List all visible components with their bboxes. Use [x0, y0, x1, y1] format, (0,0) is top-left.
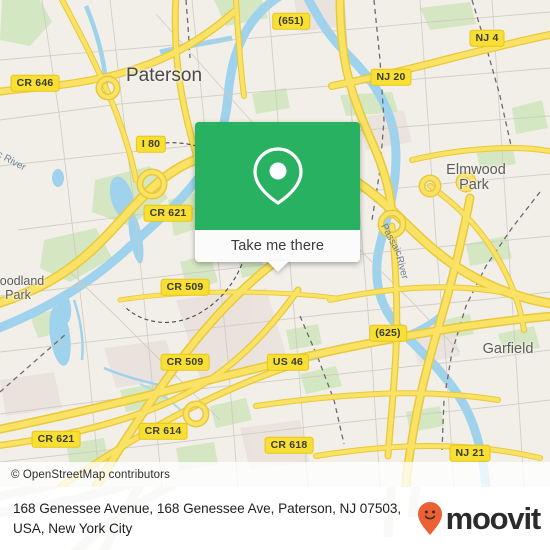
place-label-woodland-park: Park — [5, 288, 31, 302]
place-label-woodland: oodland — [0, 274, 45, 288]
take-me-there-label: Take me there — [230, 238, 325, 254]
place-label-elmwood-park: Park — [459, 177, 489, 193]
road-shield: I 80 — [135, 135, 167, 153]
location-popup-card[interactable]: Take me there — [195, 122, 360, 272]
road-shield: NJ 20 — [370, 68, 412, 86]
road-shield: CR 618 — [264, 436, 314, 454]
road-shield: CR 509 — [160, 353, 210, 371]
road-shield: US 46 — [266, 353, 310, 371]
map-pin-icon — [252, 147, 303, 205]
road-shield: CR 509 — [160, 278, 210, 296]
map-screenshot: (651) NJ 4 NJ 20 CR 646 I 80 CR 621 CR 5… — [0, 0, 550, 550]
popup-pointer-tail — [266, 261, 289, 272]
osm-attribution-text: © OpenStreetMap contributors — [11, 468, 170, 481]
popup-body — [195, 122, 360, 230]
road-shield: NJ 4 — [469, 29, 505, 47]
place-label-elmwood: Elmwood — [446, 162, 506, 178]
moovit-wordmark: moovit — [445, 501, 542, 536]
road-shield: CR 646 — [10, 74, 60, 92]
osm-attribution-bar: © OpenStreetMap contributors — [0, 462, 550, 487]
road-shield: CR 621 — [143, 204, 193, 222]
place-label-garfield: Garfield — [482, 341, 534, 357]
road-shield: (651) — [272, 12, 310, 30]
location-title: 168 Genessee Avenue, 168 Genessee Ave, P… — [13, 501, 402, 536]
road-shield: CR 614 — [138, 422, 188, 440]
map-canvas[interactable]: (651) NJ 4 NJ 20 CR 646 I 80 CR 621 CR 5… — [0, 0, 550, 487]
road-shield: NJ 21 — [449, 444, 491, 462]
road-shield: (625) — [369, 324, 407, 342]
footer-bar: 168 Genessee Avenue, 168 Genessee Ave, P… — [0, 487, 550, 550]
footer-content: 168 Genessee Avenue, 168 Genessee Ave, P… — [0, 487, 550, 550]
take-me-there-button[interactable]: Take me there — [195, 230, 360, 272]
moovit-smiley-pin-icon — [417, 501, 442, 535]
moovit-logo[interactable]: moovit — [417, 501, 542, 537]
road-shield: CR 621 — [31, 430, 81, 448]
place-label-paterson: Paterson — [125, 65, 203, 86]
